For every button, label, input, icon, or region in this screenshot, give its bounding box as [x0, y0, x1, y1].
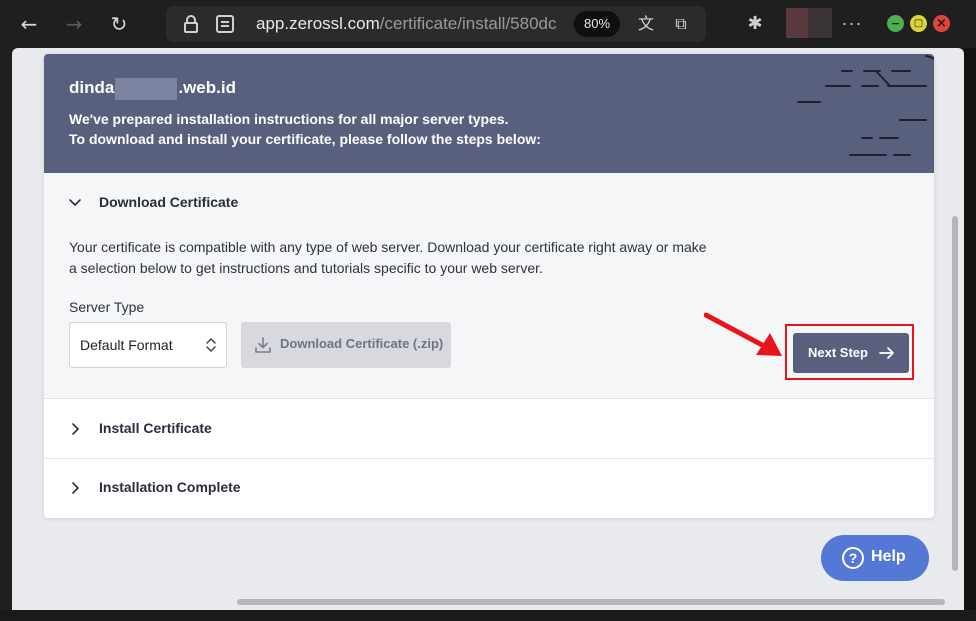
back-arrow-icon[interactable]: ←: [17, 12, 41, 36]
step-install-certificate[interactable]: Install Certificate: [44, 399, 934, 459]
server-type-label: Server Type: [69, 299, 145, 315]
header-decoration: [797, 55, 934, 156]
header-line-1: We've prepared installation instructions…: [69, 111, 509, 127]
next-step-label: Next Step: [808, 345, 868, 360]
address-bar[interactable]: app.zerossl.com/certificate/install/580d…: [166, 6, 706, 42]
reload-icon[interactable]: ↻: [107, 12, 131, 36]
maximize-button[interactable]: [910, 15, 927, 32]
avatar[interactable]: [786, 8, 832, 38]
background-window-edge: [964, 48, 976, 621]
step-title[interactable]: Installation Complete: [99, 479, 241, 495]
card-header: dinda .web.id We've prepared installation…: [44, 54, 934, 173]
puzzle-icon[interactable]: ✱: [743, 12, 767, 36]
chevron-right-icon[interactable]: [68, 481, 82, 495]
url-path: /certificate/install/580dc: [379, 14, 557, 33]
translate-icon[interactable]: 文: [636, 14, 656, 34]
help-button[interactable]: ? Help: [821, 535, 929, 581]
site-settings-icon[interactable]: [216, 15, 234, 33]
server-type-value: Default Format: [80, 337, 173, 353]
step-installation-complete[interactable]: Installation Complete: [44, 459, 934, 518]
arrow-right-icon: [879, 347, 894, 359]
zoom-indicator[interactable]: 80%: [574, 11, 620, 37]
certificate-install-card: dinda .web.id We've prepared installation…: [44, 54, 934, 518]
url-host: app.zerossl.com: [256, 14, 380, 33]
horizontal-scrollbar[interactable]: [237, 599, 945, 605]
domain-prefix: dinda: [69, 78, 115, 97]
step-title[interactable]: Download Certificate: [99, 194, 238, 210]
bookmark-icon[interactable]: ⧉: [671, 14, 691, 34]
next-step-button[interactable]: Next Step: [793, 333, 909, 373]
chevron-right-icon[interactable]: [68, 422, 82, 436]
lock-icon[interactable]: [184, 15, 198, 33]
question-icon: ?: [842, 547, 864, 569]
forward-arrow-icon[interactable]: →: [62, 12, 86, 36]
close-button[interactable]: [933, 15, 950, 32]
download-certificate-button[interactable]: Download Certificate (.zip): [241, 322, 451, 368]
server-type-select[interactable]: Default Format: [69, 322, 227, 368]
redacted-block: [115, 78, 178, 100]
browser-toolbar: ← → ↻ app.zerossl.com/certificate/instal…: [0, 0, 976, 48]
more-icon[interactable]: ···: [840, 12, 864, 36]
domain-title: dinda .web.id: [69, 78, 236, 100]
download-button-label: Download Certificate (.zip): [280, 336, 444, 351]
select-arrows-icon: [206, 337, 216, 353]
annotation-arrow: [704, 312, 782, 356]
download-icon: [255, 337, 271, 353]
domain-suffix: .web.id: [178, 78, 236, 97]
taskbar-edge: [0, 610, 976, 621]
chevron-down-icon[interactable]: [68, 196, 82, 210]
vertical-scrollbar[interactable]: [952, 216, 958, 571]
page-viewport: dinda .web.id We've prepared installation…: [12, 48, 964, 610]
minimize-button[interactable]: [887, 15, 904, 32]
header-line-2: To download and install your certificate…: [69, 131, 541, 147]
step-title[interactable]: Install Certificate: [99, 420, 212, 436]
url-text[interactable]: app.zerossl.com/certificate/install/580d…: [256, 14, 561, 34]
help-label: Help: [871, 548, 906, 565]
step-download-certificate: Download Certificate Your certificate is…: [44, 173, 934, 399]
step-description: Your certificate is compatible with any …: [69, 239, 707, 276]
